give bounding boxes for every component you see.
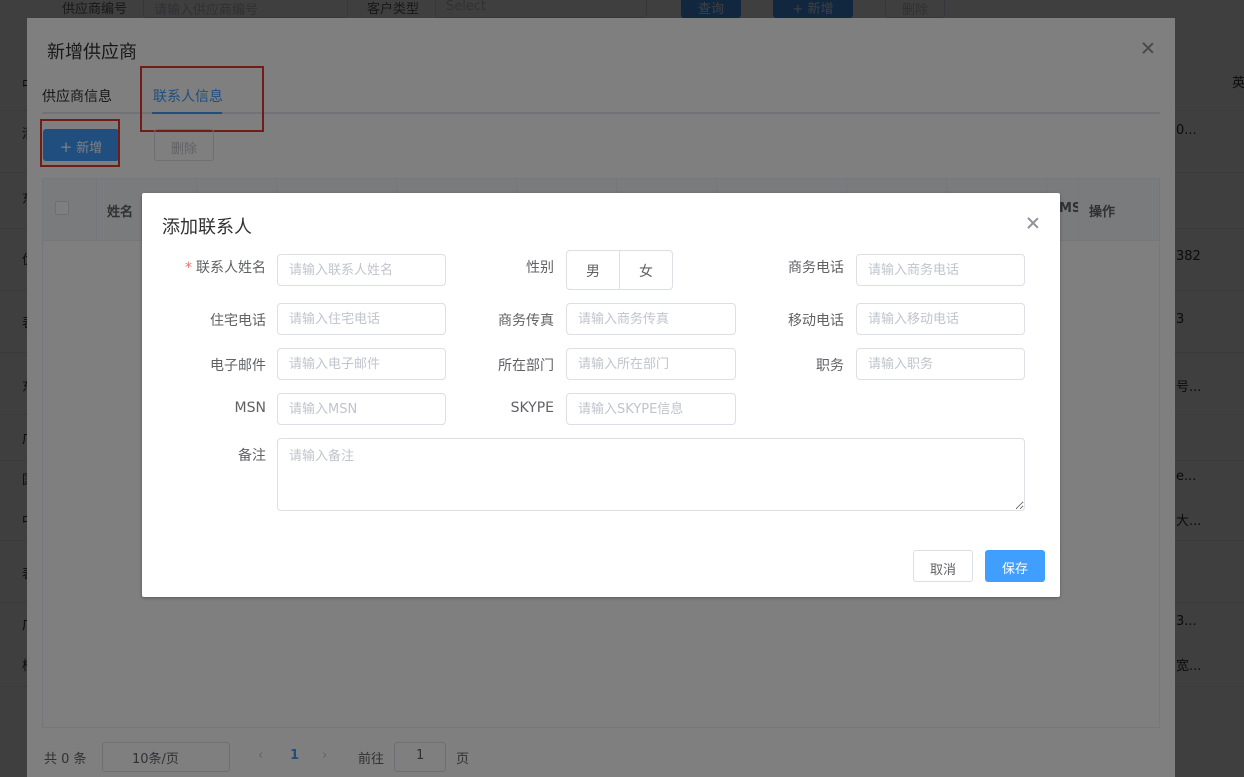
skype-label: SKYPE [510, 400, 554, 416]
business-phone-input[interactable] [856, 254, 1025, 286]
remark-label: 备注 [238, 448, 266, 464]
add-contact-dialog-title: 添加联系人 [162, 217, 252, 238]
gender-radio-group: 男 女 [566, 250, 673, 290]
business-fax-label: 商务传真 [498, 313, 554, 329]
msn-input[interactable] [277, 393, 446, 425]
department-label: 所在部门 [498, 358, 554, 374]
gender-female-option[interactable]: 女 [619, 251, 672, 289]
home-phone-label: 住宅电话 [210, 313, 266, 329]
close-icon[interactable] [1025, 215, 1041, 231]
email-label: 电子邮件 [210, 358, 266, 374]
skype-input[interactable] [566, 393, 736, 425]
position-label: 职务 [816, 358, 844, 374]
gender-male-option[interactable]: 男 [567, 251, 619, 289]
add-contact-dialog: 添加联系人 *联系人姓名 性别 男 女 商务电话 住宅电话 商务传真 移动电话 … [142, 193, 1060, 597]
gender-label: 性别 [526, 260, 554, 276]
contact-name-input[interactable] [277, 254, 446, 286]
required-star: * [185, 260, 192, 276]
remark-textarea[interactable] [277, 438, 1025, 511]
mobile-phone-input[interactable] [856, 303, 1025, 335]
department-input[interactable] [566, 348, 736, 380]
email-input[interactable] [277, 348, 446, 380]
mobile-phone-label: 移动电话 [788, 313, 844, 329]
business-phone-label: 商务电话 [788, 260, 844, 276]
position-input[interactable] [856, 348, 1025, 380]
cancel-button[interactable]: 取消 [913, 550, 973, 582]
business-fax-input[interactable] [566, 303, 736, 335]
save-button[interactable]: 保存 [985, 550, 1045, 582]
msn-label: MSN [234, 400, 266, 416]
contact-name-label: * 联系人姓名 [185, 260, 266, 276]
home-phone-input[interactable] [277, 303, 446, 335]
